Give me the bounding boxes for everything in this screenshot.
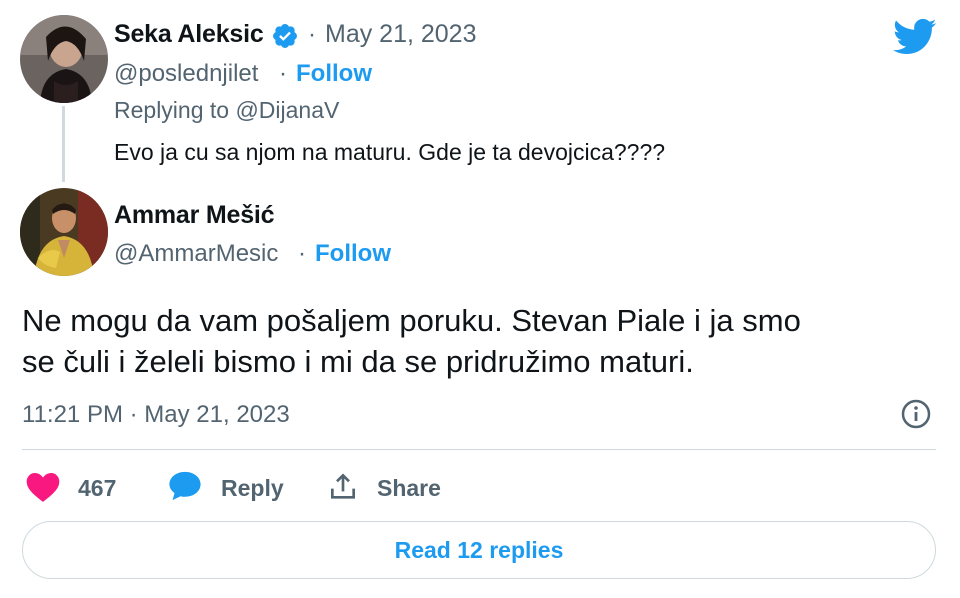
parent-tweet-text: Evo ja cu sa njom na maturu. Gde je ta d… [114, 139, 666, 165]
read-replies-label: Read 12 replies [394, 536, 564, 563]
main-handle[interactable]: @AmmarMesic [114, 240, 278, 268]
parent-follow-button[interactable]: Follow [296, 60, 372, 88]
share-icon [327, 470, 359, 502]
thread-connector-line [62, 106, 65, 182]
twitter-bird-icon[interactable] [893, 17, 937, 57]
handle-separator: · [298, 240, 306, 267]
like-button[interactable] [26, 471, 60, 503]
main-tweet-text: Ne mogu da vam pošaljem poruku. Stevan P… [22, 300, 922, 382]
divider [22, 449, 936, 450]
replying-to[interactable]: Replying to @DijanaV [114, 97, 339, 124]
avatar-seka-aleksic[interactable] [20, 15, 108, 103]
avatar-image [20, 188, 108, 276]
parent-handle[interactable]: @poslednjilet [114, 60, 258, 88]
heart-icon [26, 472, 60, 502]
parent-date[interactable]: May 21, 2023 [325, 20, 477, 49]
reply-bubble-icon [168, 470, 202, 502]
read-replies-button[interactable]: Read 12 replies [22, 521, 936, 579]
main-tweet-text-line: se čuli i želeli bismo i mi da se pridru… [22, 344, 694, 379]
share-button[interactable] [327, 470, 359, 502]
like-count[interactable]: 467 [78, 475, 116, 502]
handle-separator: · [279, 60, 287, 87]
reply-label[interactable]: Reply [221, 475, 284, 502]
main-author-name[interactable]: Ammar Mešić [114, 201, 275, 230]
avatar-ammar-mesic[interactable] [20, 188, 108, 276]
info-icon[interactable] [900, 398, 932, 430]
date-separator: · [308, 21, 316, 48]
main-tweet-text-line: Ne mogu da vam pošaljem poruku. Stevan P… [22, 303, 801, 338]
share-label[interactable]: Share [377, 475, 441, 502]
tweet-timestamp[interactable]: 11:21 PM · May 21, 2023 [22, 401, 290, 429]
main-follow-button[interactable]: Follow [315, 240, 391, 268]
parent-author-name[interactable]: Seka Aleksic [114, 20, 264, 49]
reply-button[interactable] [168, 470, 202, 502]
verified-badge-icon [271, 22, 299, 50]
avatar-image [20, 15, 108, 103]
